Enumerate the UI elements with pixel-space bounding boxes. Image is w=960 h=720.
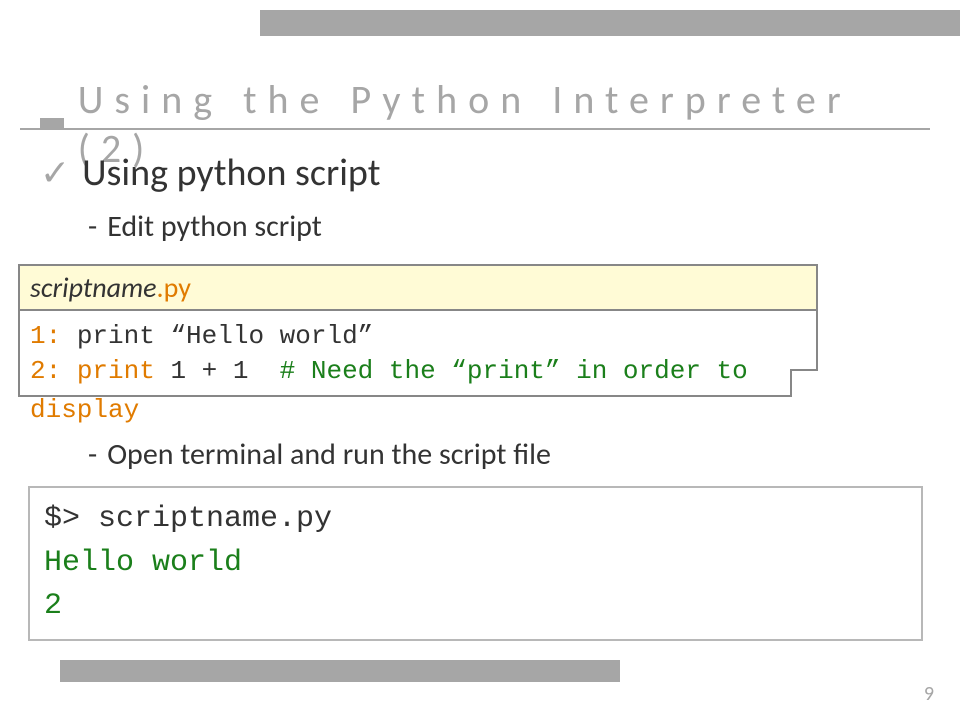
line1-rest: “Hello world” <box>170 321 373 351</box>
line2-comment: # Need the “print” in order to <box>280 356 748 386</box>
terminal-output-2: 2 <box>44 585 907 629</box>
filename-ext: .py <box>157 270 191 305</box>
line2-number: 2: <box>30 356 61 386</box>
page-fold-icon <box>790 369 818 397</box>
checkmark-icon: ✓ <box>40 155 70 191</box>
terminal-output-1: Hello world <box>44 542 907 586</box>
terminal-command: $> scriptname.py <box>44 498 907 542</box>
bullet2-text: Edit python script <box>107 208 322 245</box>
title-underline <box>20 128 930 130</box>
file-header: scriptname.py <box>18 264 818 311</box>
line2-keyword: print <box>61 356 170 386</box>
bullet-level2-second: -Open terminal and run the script file <box>88 436 551 473</box>
bullet1-text: Using python script <box>82 150 380 196</box>
bullet3-text: Open terminal and run the script file <box>107 436 551 473</box>
header-accent-bar <box>260 10 960 36</box>
file-body: 1: print “Hello world” 2: print 1 + 1 # … <box>18 311 818 397</box>
line1-number: 1: <box>30 321 61 351</box>
line1-keyword: print <box>61 321 170 351</box>
overflow-text: display <box>30 395 818 425</box>
terminal-box: $> scriptname.py Hello world 2 <box>28 486 923 641</box>
script-file-box: scriptname.py 1: print “Hello world” 2: … <box>18 264 818 425</box>
line2-mid: 1 + 1 <box>170 356 279 386</box>
dash-icon: - <box>88 208 97 245</box>
page-number: 9 <box>924 682 934 706</box>
bullet-level2: -Edit python script <box>88 208 930 245</box>
footer-accent-bar <box>60 660 620 682</box>
bullet-level1: ✓ Using python script <box>40 150 930 196</box>
dash-icon: - <box>88 436 97 473</box>
filename-base: scriptname <box>30 270 157 305</box>
